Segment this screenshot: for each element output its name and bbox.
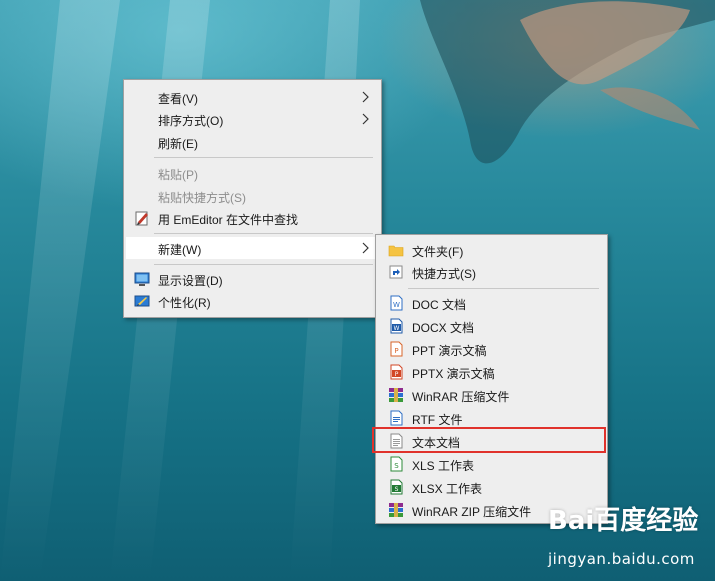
submenu-separator: [408, 288, 599, 289]
ppt-icon: P: [390, 341, 403, 357]
menu-item-label: 排序方式(O): [158, 114, 224, 128]
submenu-item-shortcut[interactable]: 快捷方式(S): [378, 261, 605, 283]
submenu-item-docx[interactable]: W DOCX 文档: [378, 315, 605, 337]
submenu-item-label: XLSX 工作表: [412, 482, 483, 496]
submenu-item-label: PPTX 演示文稿: [412, 367, 495, 381]
chevron-right-icon: [362, 113, 369, 125]
submenu-item-xls[interactable]: S XLS 工作表: [378, 453, 605, 475]
menu-separator: [154, 233, 373, 234]
submenu-item-label: WinRAR ZIP 压缩文件: [412, 505, 532, 519]
winrar-icon: [389, 388, 403, 402]
svg-text:P: P: [395, 371, 399, 378]
submenu-item-winrar[interactable]: WinRAR 压缩文件: [378, 384, 605, 406]
submenu-item-xlsx[interactable]: S XLSX 工作表: [378, 476, 605, 498]
baidu-watermark: Bai百度经验 jingyan.baidu.com: [548, 500, 708, 572]
submenu-item-label: DOCX 文档: [412, 321, 475, 335]
menu-item-label: 显示设置(D): [158, 274, 223, 288]
word-docx-icon: W: [390, 318, 403, 334]
menu-item-paste[interactable]: 粘贴(P): [126, 162, 379, 184]
shortcut-icon: [389, 265, 403, 279]
menu-item-label: 查看(V): [158, 92, 198, 106]
submenu-item-rtf[interactable]: RTF 文件: [378, 407, 605, 429]
submenu-item-label: XLS 工作表: [412, 459, 475, 473]
menu-separator: [154, 157, 373, 158]
submenu-item-label: WinRAR 压缩文件: [412, 390, 510, 404]
submenu-item-ppt[interactable]: P PPT 演示文稿: [378, 338, 605, 360]
winrar-zip-icon: [389, 503, 403, 517]
submenu-item-label: PPT 演示文稿: [412, 344, 487, 358]
submenu-item-label: DOC 文档: [412, 298, 467, 312]
submenu-item-folder[interactable]: 文件夹(F): [378, 239, 605, 261]
word-doc-icon: W: [390, 295, 403, 311]
submenu-item-label: RTF 文件: [412, 413, 463, 427]
menu-item-sort-by[interactable]: 排序方式(O): [126, 108, 379, 130]
submenu-item-label: 快捷方式(S): [412, 267, 476, 281]
xlsx-icon: S: [390, 479, 403, 495]
submenu-item-pptx[interactable]: P PPTX 演示文稿: [378, 361, 605, 383]
display-settings-icon: [134, 272, 150, 286]
rtf-icon: [390, 410, 403, 426]
menu-item-refresh[interactable]: 刷新(E): [126, 131, 379, 153]
xls-icon: S: [390, 456, 403, 472]
menu-item-emeditor-find[interactable]: 用 EmEditor 在文件中查找: [126, 207, 379, 229]
svg-text:S: S: [395, 486, 399, 493]
submenu-item-label: 文件夹(F): [412, 245, 464, 259]
menu-item-label: 个性化(R): [158, 296, 211, 310]
menu-item-personalize[interactable]: 个性化(R): [126, 290, 379, 312]
svg-text:W: W: [393, 301, 400, 309]
new-submenu: 文件夹(F) 快捷方式(S) W DOC 文档 W DOCX 文档 P PPT …: [375, 234, 608, 524]
svg-text:W: W: [394, 325, 400, 332]
folder-icon: [388, 245, 404, 257]
svg-text:P: P: [394, 347, 398, 355]
menu-item-view[interactable]: 查看(V): [126, 86, 379, 108]
menu-separator: [154, 264, 373, 265]
highlight-box: [372, 427, 606, 453]
emeditor-icon: [135, 211, 148, 226]
menu-item-label: 刷新(E): [158, 137, 198, 151]
menu-item-label: 用 EmEditor 在文件中查找: [158, 213, 299, 227]
desktop-context-menu: 查看(V) 排序方式(O) 刷新(E) 粘贴(P) 粘贴快捷方式(S) 用 Em…: [123, 79, 382, 318]
watermark-logo: Bai百度经验: [548, 506, 699, 536]
svg-text:S: S: [394, 462, 399, 470]
watermark-url: jingyan.baidu.com: [548, 550, 695, 568]
menu-item-label: 粘贴快捷方式(S): [158, 191, 246, 205]
pptx-icon: P: [390, 364, 403, 380]
submenu-item-doc[interactable]: W DOC 文档: [378, 292, 605, 314]
menu-item-display-settings[interactable]: 显示设置(D): [126, 268, 379, 290]
chevron-right-icon: [362, 242, 369, 254]
menu-item-new[interactable]: 新建(W): [126, 237, 379, 259]
menu-item-label: 粘贴(P): [158, 168, 198, 182]
chevron-right-icon: [362, 91, 369, 103]
menu-item-label: 新建(W): [158, 243, 202, 257]
personalize-icon: [134, 295, 150, 307]
menu-item-paste-shortcut[interactable]: 粘贴快捷方式(S): [126, 185, 379, 207]
